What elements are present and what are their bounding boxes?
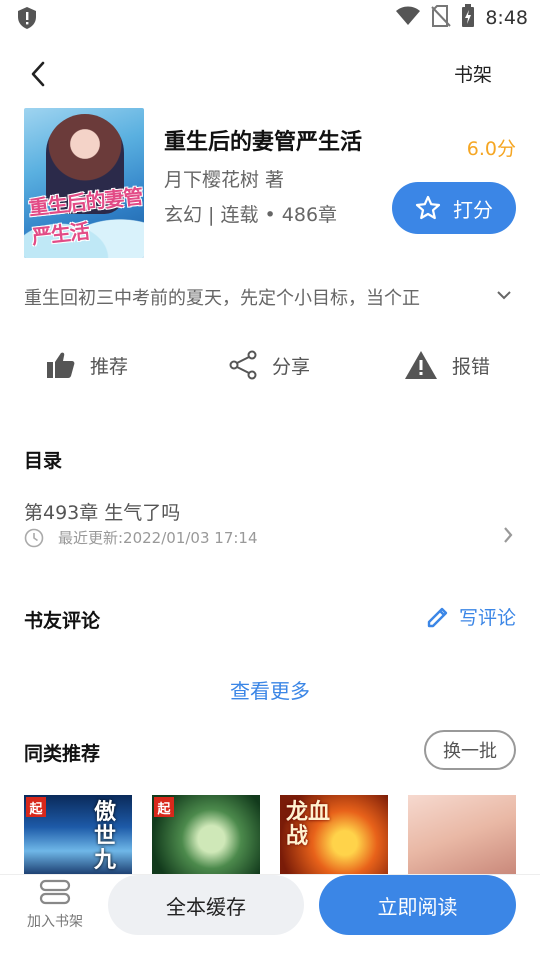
shield-alert-icon [16,6,38,34]
book-header: 重生后的妻管严生活 重生后的妻管严生活 月下樱花树 著 玄幻 | 连载 • 48… [24,108,516,258]
cache-all-button[interactable]: 全本缓存 [108,875,304,935]
book-cover[interactable]: 重生后的妻管严生活 [24,108,144,258]
action-row: 推荐 分享 报错 [0,340,540,390]
report-label: 报错 [452,355,491,378]
pencil-icon [427,607,448,627]
similar-title: 同类推荐 [24,743,101,765]
last-update-time: 最近更新:2022/01/03 17:14 [58,529,258,547]
no-sim-icon [431,4,452,32]
add-shelf-label: 加入书架 [27,914,83,930]
recommend-label: 推荐 [90,355,129,378]
similar-book-cover[interactable]: 龙血战 [280,795,388,875]
similar-cover-text: 龙血战 [286,800,331,849]
write-comment-button[interactable]: 写评论 [425,603,516,630]
status-time: 8:48 [485,7,528,29]
latest-chapter[interactable]: 第493章 生气了吗 [24,498,180,525]
qidian-badge: 起 [26,797,46,817]
book-score: 6.0分 [466,138,516,160]
thumbs-up-icon [47,352,75,378]
clock-icon [24,528,44,547]
share-button[interactable]: 分享 [228,340,310,390]
share-icon [229,350,257,380]
recommend-button[interactable]: 推荐 [46,340,128,390]
bookshelf-icon [39,879,71,905]
book-title: 重生后的妻管严生活 [164,130,363,155]
toolbar: 书架 [0,50,540,94]
status-bar: 8:48 [0,0,540,36]
rate-label: 打分 [453,197,493,222]
wifi-icon [395,5,421,31]
chevron-left-icon [31,61,45,87]
similar-book-cover[interactable] [408,795,516,875]
cover-title-text: 重生后的妻管严生活 [27,184,144,249]
book-author[interactable]: 月下樱花树 著 [164,165,284,192]
rate-button[interactable]: 打分 [392,182,516,234]
similar-book-cover[interactable]: 起 [152,795,260,875]
comments-title: 书友评论 [24,610,101,632]
add-to-shelf-button[interactable]: 加入书架 [20,879,90,949]
qidian-badge: 起 [154,797,174,817]
refresh-batch-button[interactable]: 换一批 [424,730,516,770]
similar-book-cover[interactable]: 起 傲世九 [24,795,132,875]
battery-charging-icon [461,4,475,32]
chevron-down-icon[interactable] [496,286,512,305]
book-meta: 玄幻 | 连载 • 486章 [164,204,338,226]
write-comment-label: 写评论 [458,607,516,629]
warning-icon [405,351,437,379]
read-now-button[interactable]: 立即阅读 [319,875,516,935]
bottom-bar: 加入书架 全本缓存 立即阅读 [0,874,540,960]
toc-title: 目录 [24,450,63,472]
share-label: 分享 [272,355,311,378]
bookshelf-link[interactable]: 书架 [454,60,492,87]
chevron-right-icon[interactable] [502,525,514,549]
star-icon [415,195,441,220]
book-intro[interactable]: 重生回初三中考前的夏天，先定个小目标，当个正 [24,284,494,310]
back-button[interactable] [20,56,56,92]
similar-book-list: 起 傲世九 起 龙血战 [24,795,516,875]
update-row: 最近更新:2022/01/03 17:14 [24,527,258,548]
see-more-link[interactable]: 查看更多 [0,675,540,704]
report-error-button[interactable]: 报错 [404,340,490,390]
similar-cover-text: 傲世九 [94,800,117,873]
